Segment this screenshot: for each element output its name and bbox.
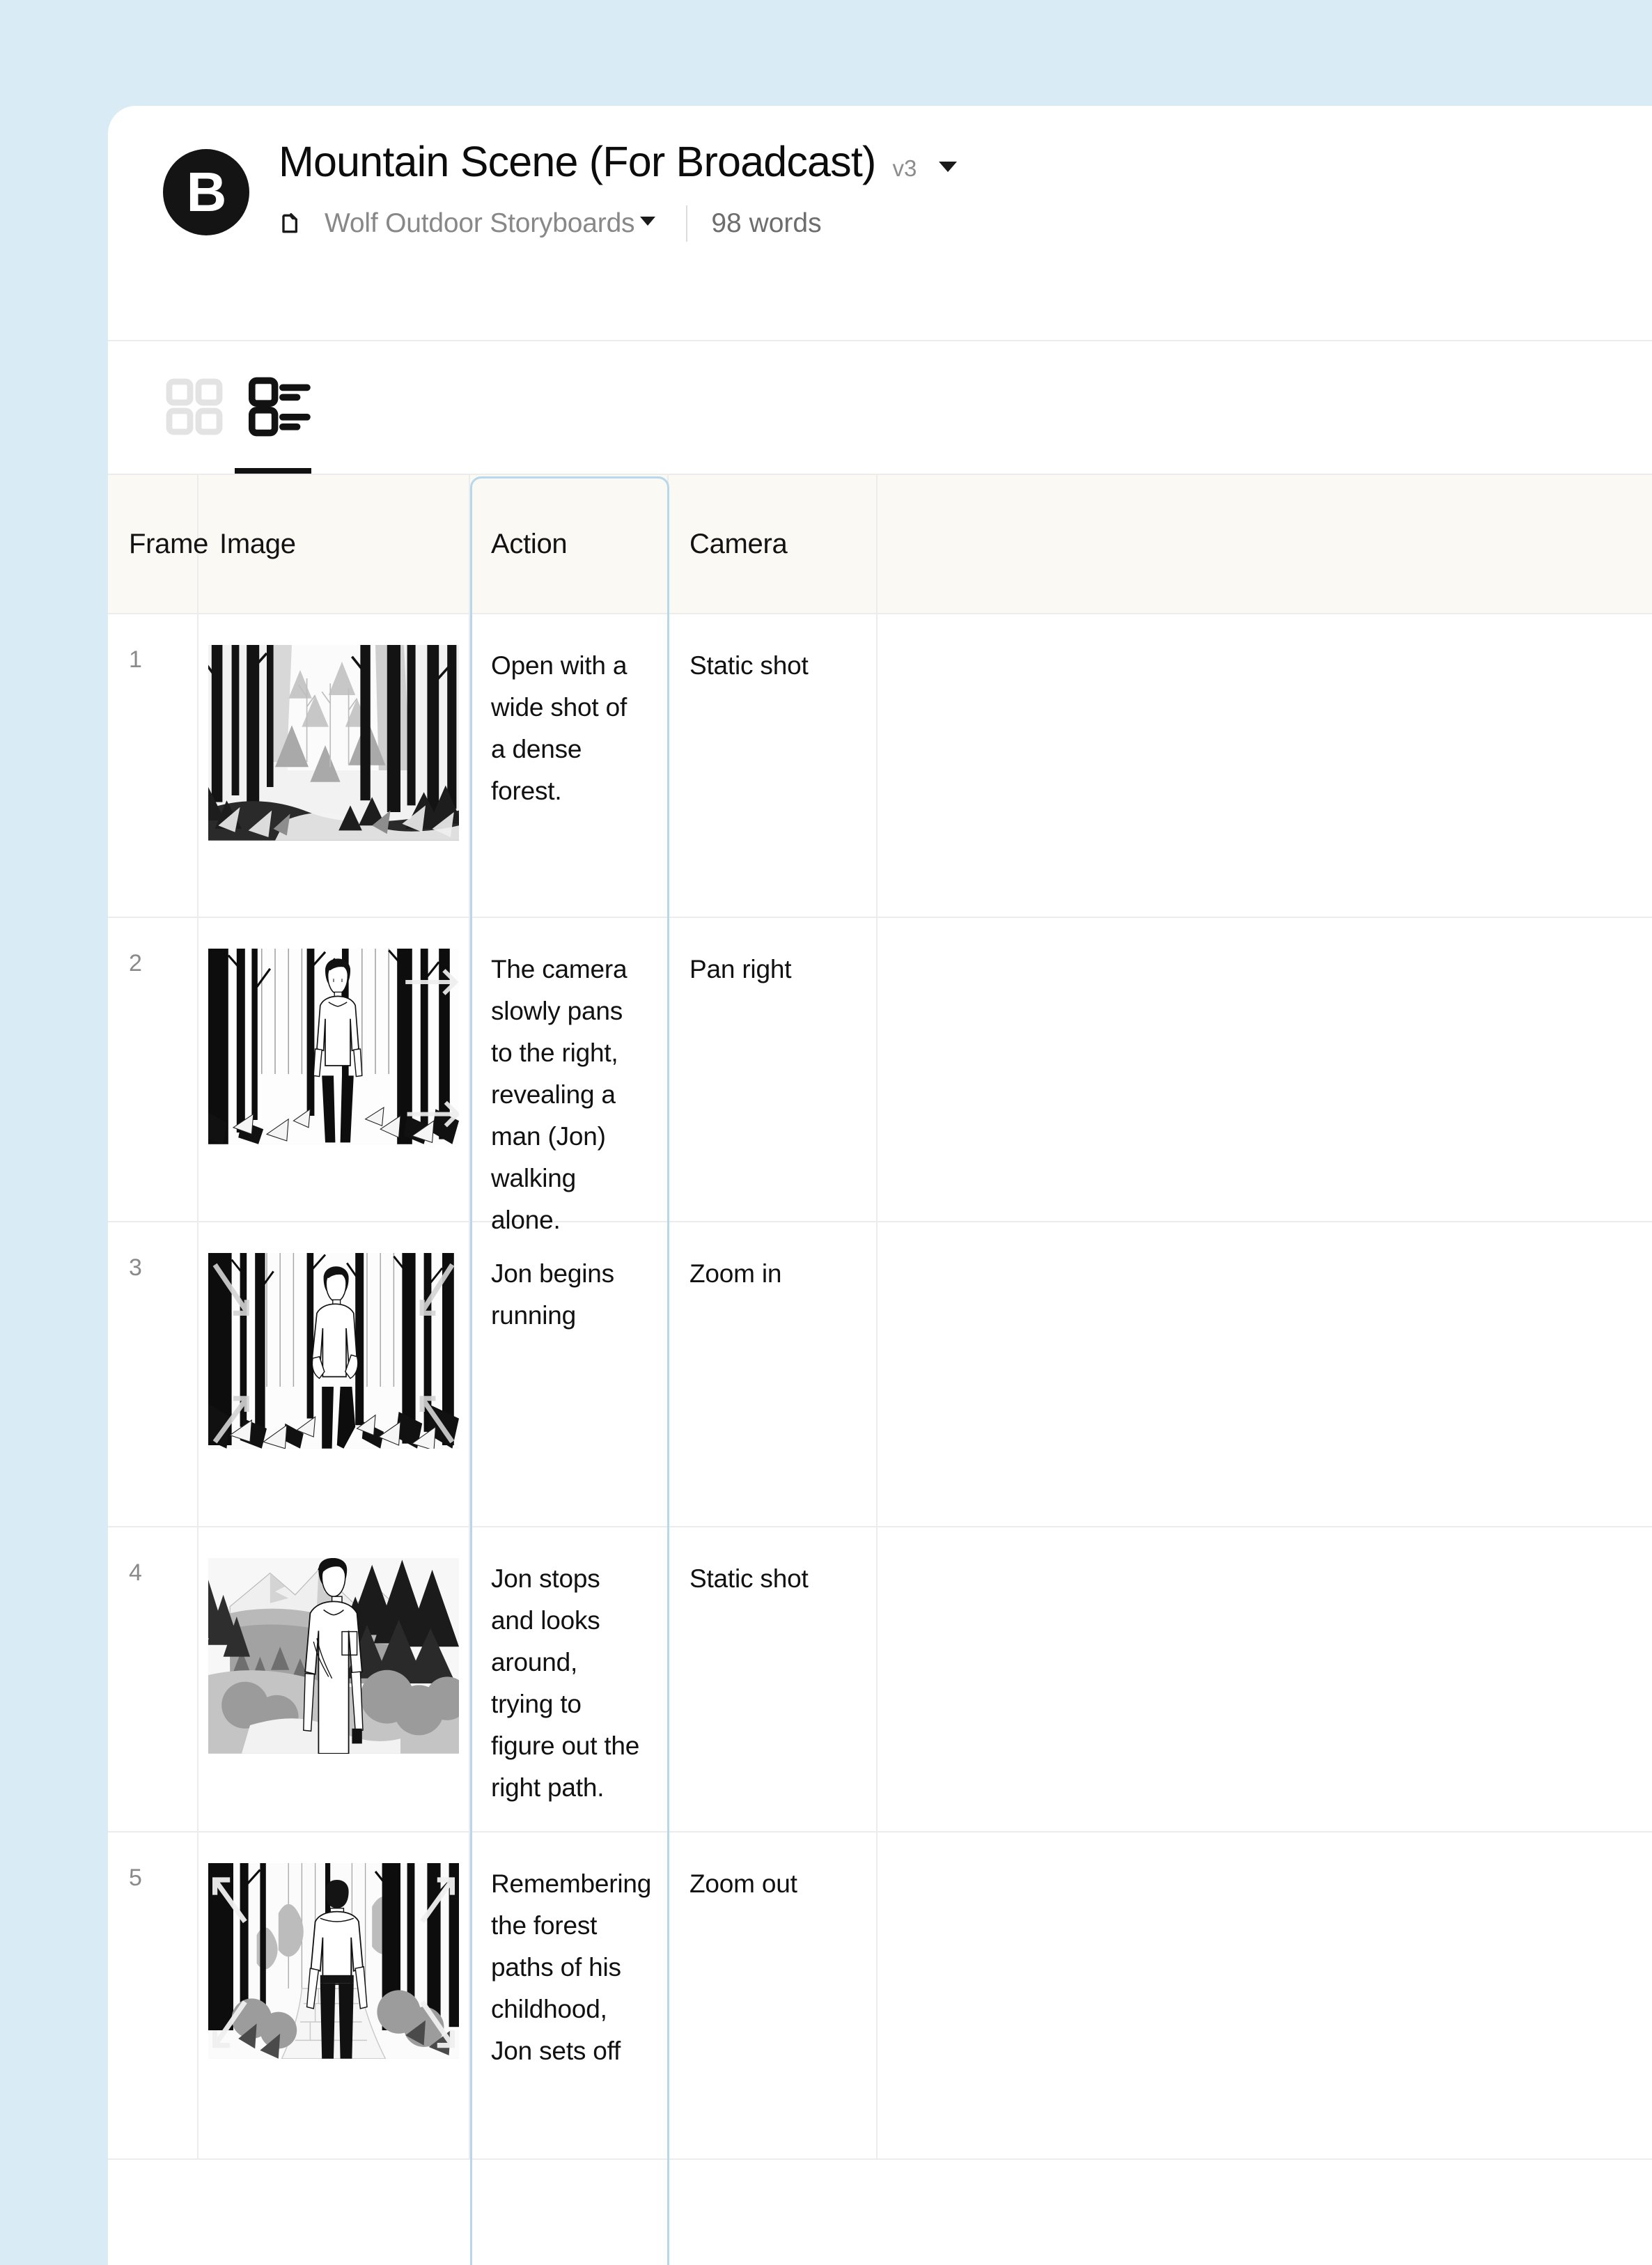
word-count: 98 words — [711, 208, 821, 239]
cell-action[interactable]: Jon stops and looks around, trying to fi… — [470, 1527, 669, 1831]
mountain-scene-illustration — [208, 1558, 459, 1754]
action-text: Remembering the forest paths of his chil… — [491, 1863, 651, 2072]
frame-number: 3 — [129, 1253, 142, 1282]
cell-action[interactable]: Remembering the forest paths of his chil… — [470, 1832, 669, 2158]
cell-camera[interactable]: Zoom in — [669, 1222, 878, 1526]
title-row: Mountain Scene (For Broadcast) v3 — [279, 137, 957, 186]
cell-camera[interactable]: Pan right — [669, 918, 878, 1221]
title-block: Mountain Scene (For Broadcast) v3 Wolf O… — [279, 137, 957, 242]
column-header-image[interactable]: Image — [198, 475, 470, 613]
man-standing-illustration — [208, 949, 459, 1144]
storyboard-thumbnail[interactable] — [208, 949, 459, 1144]
view-toggle-bar — [108, 341, 1652, 475]
table-row[interactable]: 5 — [108, 1832, 1652, 2160]
folder-chevron-down-icon[interactable] — [640, 217, 655, 226]
list-view-button[interactable] — [246, 373, 313, 440]
cell-camera[interactable]: Static shot — [669, 1527, 878, 1831]
camera-text: Static shot — [689, 1558, 809, 1600]
column-header-label: Frame — [129, 529, 208, 560]
storyboard-thumbnail[interactable] — [208, 645, 459, 841]
camera-text: Zoom out — [689, 1863, 797, 1905]
column-header-label: Action — [491, 529, 567, 560]
camera-text: Pan right — [689, 949, 791, 990]
cell-camera[interactable]: Static shot — [669, 614, 878, 917]
cell-frame[interactable]: 5 — [108, 1832, 198, 2158]
action-text: The camera slowly pans to the right, rev… — [491, 949, 646, 1241]
cell-frame[interactable]: 2 — [108, 918, 198, 1221]
table-row[interactable]: 3 — [108, 1222, 1652, 1527]
header-divider — [686, 205, 687, 242]
frame-number: 1 — [129, 645, 142, 674]
cell-action[interactable]: Jon begins running — [470, 1222, 669, 1526]
storyboard-table: Frame Image Action Camera 1 — [108, 475, 1652, 2160]
cell-camera[interactable]: Zoom out — [669, 1832, 878, 2158]
folder-icon — [279, 210, 309, 238]
cell-frame[interactable]: 1 — [108, 614, 198, 917]
cell-overflow[interactable] — [878, 918, 919, 1221]
action-text: Jon begins running — [491, 1253, 646, 1337]
active-view-indicator — [235, 468, 311, 474]
column-header-label: Image — [219, 529, 296, 560]
version-label[interactable]: v3 — [893, 155, 917, 182]
table-header-row: Frame Image Action Camera — [108, 475, 1652, 614]
storyboard-thumbnail[interactable] — [208, 1253, 459, 1449]
cell-image[interactable] — [198, 918, 470, 1221]
cell-overflow[interactable] — [878, 1832, 919, 2158]
cell-action[interactable]: The camera slowly pans to the right, rev… — [470, 918, 669, 1221]
cell-overflow[interactable] — [878, 1222, 919, 1526]
action-text: Open with a wide shot of a dense forest. — [491, 645, 646, 812]
cell-image[interactable] — [198, 1527, 470, 1831]
cell-frame[interactable]: 4 — [108, 1527, 198, 1831]
document-header: B Mountain Scene (For Broadcast) v3 Wolf… — [108, 106, 1652, 341]
frame-number: 5 — [129, 1863, 142, 1892]
camera-text: Zoom in — [689, 1253, 781, 1295]
cell-image[interactable] — [198, 1832, 470, 2158]
table-row[interactable]: 4 — [108, 1527, 1652, 1832]
storyboard-thumbnail[interactable] — [208, 1558, 459, 1754]
man-running-illustration — [208, 1253, 459, 1449]
table-row[interactable]: 2 — [108, 918, 1652, 1222]
action-text: Jon stops and looks around, trying to fi… — [491, 1558, 646, 1809]
page-title: Mountain Scene (For Broadcast) — [279, 137, 876, 186]
column-header-label: Camera — [689, 529, 787, 560]
brand-logo: B — [163, 149, 249, 235]
cell-image[interactable] — [198, 1222, 470, 1526]
grid-view-button[interactable] — [161, 373, 228, 440]
forest-wide-illustration — [208, 645, 459, 841]
storyboard-document-card: B Mountain Scene (For Broadcast) v3 Wolf… — [108, 106, 1652, 2265]
folder-name[interactable]: Wolf Outdoor Storyboards — [325, 208, 634, 239]
grid-view-icon — [161, 373, 228, 440]
cell-frame[interactable]: 3 — [108, 1222, 198, 1526]
list-view-icon — [246, 373, 313, 440]
breadcrumb: Wolf Outdoor Storyboards 98 words — [279, 205, 957, 242]
column-header-action[interactable]: Action — [470, 475, 669, 613]
column-header-overflow[interactable] — [878, 475, 919, 613]
column-header-camera[interactable]: Camera — [669, 475, 878, 613]
chevron-down-icon[interactable] — [939, 162, 957, 172]
cell-overflow[interactable] — [878, 614, 919, 917]
storyboard-thumbnail[interactable] — [208, 1863, 459, 2059]
cell-image[interactable] — [198, 614, 470, 917]
man-walking-away-illustration — [208, 1863, 459, 2059]
cell-action[interactable]: Open with a wide shot of a dense forest. — [470, 614, 669, 917]
column-header-frame[interactable]: Frame — [108, 475, 198, 613]
frame-number: 4 — [129, 1558, 142, 1587]
table-row[interactable]: 1 — [108, 614, 1652, 918]
camera-text: Static shot — [689, 645, 809, 687]
cell-overflow[interactable] — [878, 1527, 919, 1831]
frame-number: 2 — [129, 949, 142, 977]
